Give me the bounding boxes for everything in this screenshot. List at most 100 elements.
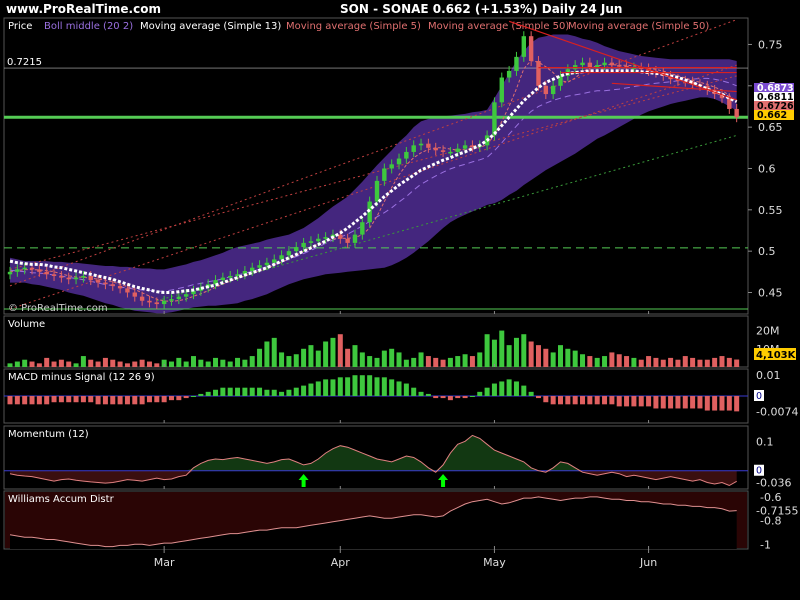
volume-bar — [418, 352, 424, 367]
legend-entry: Moving average (Simple 5) — [286, 21, 421, 32]
macd-bar — [315, 381, 321, 396]
volume-bar — [381, 350, 387, 367]
volume-bar — [477, 352, 483, 367]
macd-bar — [624, 396, 630, 407]
macd-bar — [337, 377, 343, 396]
y-tick-label: -1 — [760, 538, 771, 551]
candle-body — [455, 148, 460, 152]
volume-bar — [330, 337, 336, 367]
volume-bar — [734, 359, 740, 367]
y-tick-label: 0.55 — [758, 204, 783, 217]
macd-bar — [587, 396, 593, 405]
candle-body — [617, 65, 622, 67]
candle-body — [257, 265, 262, 268]
x-tick-label: Jun — [639, 556, 657, 569]
macd-bar — [499, 381, 505, 396]
macd-bar — [227, 387, 233, 396]
y-tick-label: 20M — [756, 325, 780, 338]
volume-bar — [513, 337, 519, 367]
macd-bar — [301, 385, 307, 396]
volume-bar — [491, 339, 497, 367]
candle-body — [161, 300, 167, 305]
macd-bar — [286, 389, 292, 396]
candle-body — [7, 271, 13, 275]
candle-body — [602, 62, 607, 66]
candle-body — [66, 277, 71, 280]
macd-bar — [521, 385, 527, 396]
macd-bar — [440, 396, 446, 399]
volume-bar — [462, 354, 468, 367]
volume-bar — [227, 361, 233, 367]
macd-bar — [491, 383, 497, 396]
volume-bar — [602, 356, 608, 367]
macd-bar — [66, 396, 72, 403]
volume-bar — [308, 345, 314, 367]
volume-bar — [44, 357, 50, 367]
volume-bar — [425, 356, 431, 367]
candle-body — [587, 62, 593, 68]
macd-bar — [411, 387, 417, 396]
candle-body — [220, 277, 226, 281]
candle-body — [59, 275, 64, 278]
macd-bar — [396, 381, 402, 396]
macd-bar — [484, 387, 490, 396]
candle-body — [418, 143, 424, 146]
macd-bar — [565, 396, 571, 405]
candle-body — [514, 56, 519, 71]
candle-body — [228, 275, 233, 278]
volume-bar — [712, 357, 718, 367]
macd-bar — [124, 396, 130, 405]
volume-bar — [440, 359, 446, 367]
volume-bar — [484, 334, 490, 367]
macd-bar — [191, 396, 196, 397]
macd-bar — [631, 396, 637, 407]
candle-body — [301, 242, 306, 248]
macd-bar — [455, 396, 461, 399]
macd-bar — [308, 383, 314, 396]
volume-bar — [139, 359, 145, 367]
candle-body — [29, 267, 35, 270]
price-panel-title: Price — [8, 21, 32, 32]
candle-body — [139, 296, 145, 301]
volume-bar — [110, 359, 116, 367]
volume-bar — [337, 334, 343, 367]
macd-bar — [682, 396, 688, 409]
macd-bar — [389, 379, 395, 396]
macd-panel-title: MACD minus Signal (12 26 9) — [8, 372, 155, 383]
macd-bar — [154, 396, 160, 403]
price-badge-label: 4,103K — [756, 350, 797, 361]
volume-bar — [499, 330, 505, 367]
volume-bar — [191, 356, 196, 367]
candle-body — [352, 234, 358, 243]
candle-body — [536, 60, 541, 86]
macd-bar — [257, 387, 263, 396]
macd-bar — [580, 396, 586, 405]
volume-panel-title: Volume — [8, 319, 45, 330]
macd-bar — [653, 396, 659, 409]
macd-bar — [323, 379, 329, 396]
macd-bar — [660, 396, 666, 409]
macd-bar — [572, 396, 578, 405]
candle-body — [521, 36, 526, 57]
macd-bar — [345, 377, 351, 396]
volume-bar — [396, 352, 402, 367]
macd-bar — [80, 396, 86, 403]
volume-bar — [719, 356, 725, 367]
volume-bar — [631, 357, 637, 367]
macd-bar — [668, 396, 674, 409]
volume-bar — [264, 341, 270, 367]
macd-bar — [374, 377, 380, 396]
volume-bar — [132, 361, 138, 367]
volume-bar — [469, 356, 475, 367]
candle-body — [550, 85, 556, 95]
candle-body — [286, 251, 292, 256]
volume-bar — [249, 356, 255, 367]
volume-bar — [609, 352, 615, 367]
macd-bar — [646, 396, 652, 407]
candle-body — [499, 77, 504, 103]
volume-bar — [183, 361, 189, 367]
volume-bar — [80, 356, 86, 367]
macd-bar — [712, 396, 718, 411]
volume-bar — [286, 356, 292, 367]
candle-body — [580, 62, 585, 66]
